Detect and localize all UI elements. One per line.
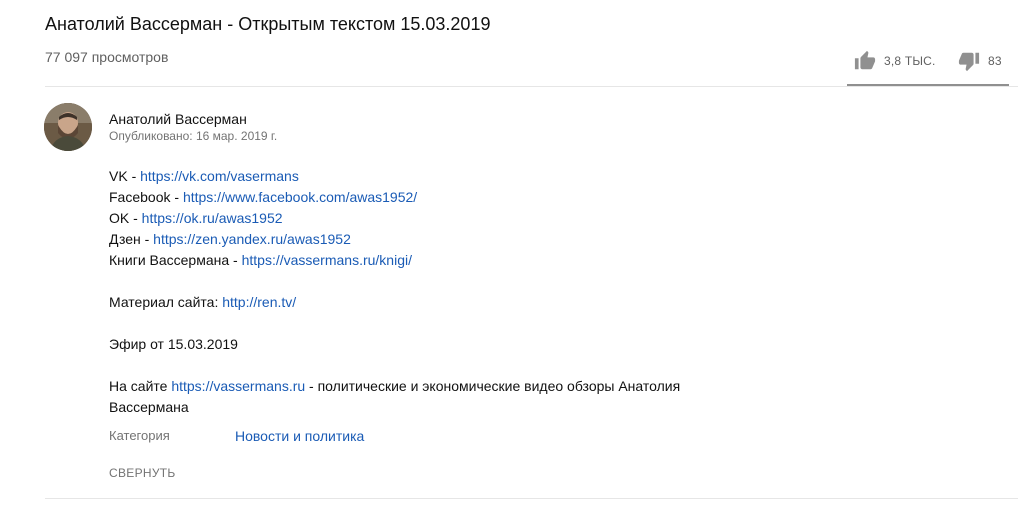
description-line-facebook: Facebook - https://www.facebook.com/awas… <box>109 187 729 208</box>
description-line-site: На сайте https://vassermans.ru - политич… <box>109 376 729 397</box>
thumbs-down-icon <box>958 50 980 72</box>
description-line-ok: OK - https://ok.ru/awas1952 <box>109 208 729 229</box>
publish-date: Опубликовано: 16 мар. 2019 г. <box>109 129 278 143</box>
material-link[interactable]: http://ren.tv/ <box>222 294 296 310</box>
avatar[interactable] <box>44 103 92 151</box>
collapse-button[interactable]: СВЕРНУТЬ <box>109 466 176 480</box>
description-text: Facebook - <box>109 189 183 205</box>
divider <box>45 86 1018 87</box>
ok-link[interactable]: https://ok.ru/awas1952 <box>142 210 283 226</box>
video-title: Анатолий Вассерман - Открытым текстом 15… <box>45 14 491 34</box>
description-text: VK - <box>109 168 141 184</box>
dislike-button[interactable]: 83 <box>958 50 1002 72</box>
dislike-count: 83 <box>988 54 1002 68</box>
vk-link[interactable]: https://vk.com/vasermans <box>140 168 299 184</box>
divider <box>45 498 1018 499</box>
description-text: OK - <box>109 210 142 226</box>
facebook-link[interactable]: https://www.facebook.com/awas1952/ <box>183 189 417 205</box>
zen-link[interactable]: https://zen.yandex.ru/awas1952 <box>153 231 351 247</box>
description-text: Книги Вассермана - <box>109 252 242 268</box>
description-text: Материал сайта: <box>109 294 223 310</box>
category-link[interactable]: Новости и политика <box>235 428 364 444</box>
description-line-books: Книги Вассермана - https://vassermans.ru… <box>109 250 729 271</box>
like-count: 3,8 ТЫС. <box>884 54 936 68</box>
description-line-zen: Дзен - https://zen.yandex.ru/awas1952 <box>109 229 729 250</box>
description-line-air: Эфир от 15.03.2019 <box>109 336 238 352</box>
description-text: - политические и экономические видео обз… <box>305 378 681 394</box>
video-description: VK - https://vk.com/vasermans Facebook -… <box>109 166 729 418</box>
books-link[interactable]: https://vassermans.ru/knigi/ <box>242 252 412 268</box>
site-link[interactable]: https://vassermans.ru <box>171 378 305 394</box>
view-count: 77 097 просмотров <box>45 49 169 65</box>
thumbs-up-icon <box>854 50 876 72</box>
description-text: На сайте <box>109 378 172 394</box>
description-text: Дзен - <box>109 231 154 247</box>
category-label: Категория <box>109 428 170 443</box>
description-line-site-cont: Вассермана <box>109 399 189 415</box>
description-line-material: Материал сайта: http://ren.tv/ <box>109 292 729 313</box>
description-line-vk: VK - https://vk.com/vasermans <box>109 166 729 187</box>
like-button[interactable]: 3,8 ТЫС. <box>854 50 936 72</box>
channel-name[interactable]: Анатолий Вассерман <box>109 111 247 127</box>
